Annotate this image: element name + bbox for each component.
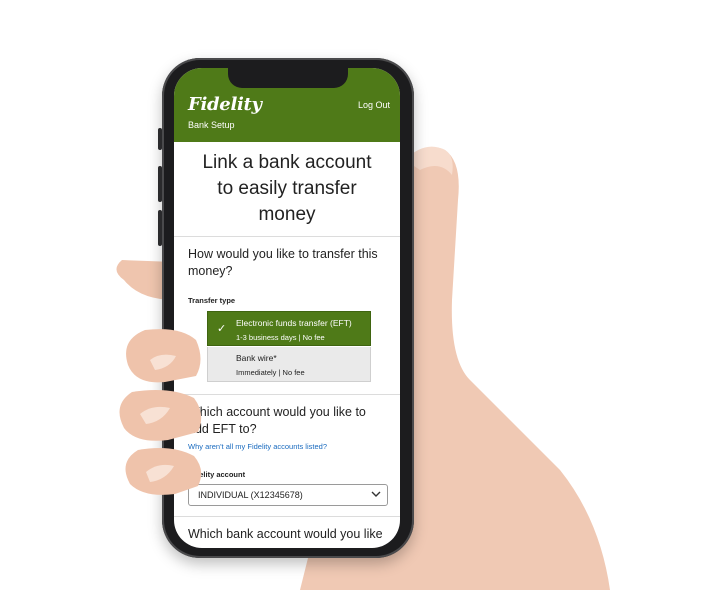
transfer-option-bank-wire[interactable]: Bank wire* Immediately | No fee [207, 347, 371, 382]
page-title-line: Link a bank account [202, 152, 372, 173]
phone-screen: Fidelity Log Out Bank Setup Link a bank … [174, 68, 400, 548]
account-question: Which account would you like to add EFT … [188, 404, 392, 438]
phone-mute-switch [158, 128, 162, 150]
transfer-question: How would you like to transfer this mone… [188, 246, 392, 280]
section-divider [174, 394, 400, 395]
chevron-down-icon [371, 491, 381, 497]
section-divider [174, 516, 400, 517]
transfer-option-eft[interactable]: ✓ Electronic funds transfer (EFT) 1-3 bu… [207, 311, 371, 346]
phone-notch [228, 66, 348, 88]
bank-account-question: Which bank account would you like [188, 527, 383, 541]
page-title-line: to easily transfer [217, 178, 357, 199]
option-title: Electronic funds transfer (EFT) [236, 318, 352, 328]
phone-volume-down [158, 210, 162, 246]
option-title: Bank wire* [236, 353, 277, 363]
selected-account: INDIVIDUAL (X12345678) [198, 490, 303, 500]
question-line: Which account would you like to [188, 405, 366, 419]
page-subtitle: Bank Setup [188, 120, 235, 130]
page-title-line: money [258, 204, 316, 225]
option-subtitle: 1-3 business days | No fee [236, 333, 325, 342]
question-line: add EFT to? [188, 422, 257, 436]
logout-link[interactable]: Log Out [358, 100, 390, 110]
accounts-help-link[interactable]: Why aren't all my Fidelity accounts list… [188, 442, 327, 451]
transfer-type-label: Transfer type [188, 296, 236, 305]
question-line: money? [188, 264, 233, 278]
option-subtitle: Immediately | No fee [236, 368, 305, 377]
fidelity-account-label: Fidelity account [188, 470, 246, 479]
fidelity-account-select[interactable]: INDIVIDUAL (X12345678) [188, 484, 388, 506]
fidelity-logo: Fidelity [188, 94, 262, 115]
page-title: Link a bank account to easily transfer m… [174, 150, 400, 228]
section-divider [174, 236, 400, 237]
phone-volume-up [158, 166, 162, 202]
question-line: How would you like to transfer this [188, 247, 378, 261]
check-icon: ✓ [217, 323, 227, 335]
